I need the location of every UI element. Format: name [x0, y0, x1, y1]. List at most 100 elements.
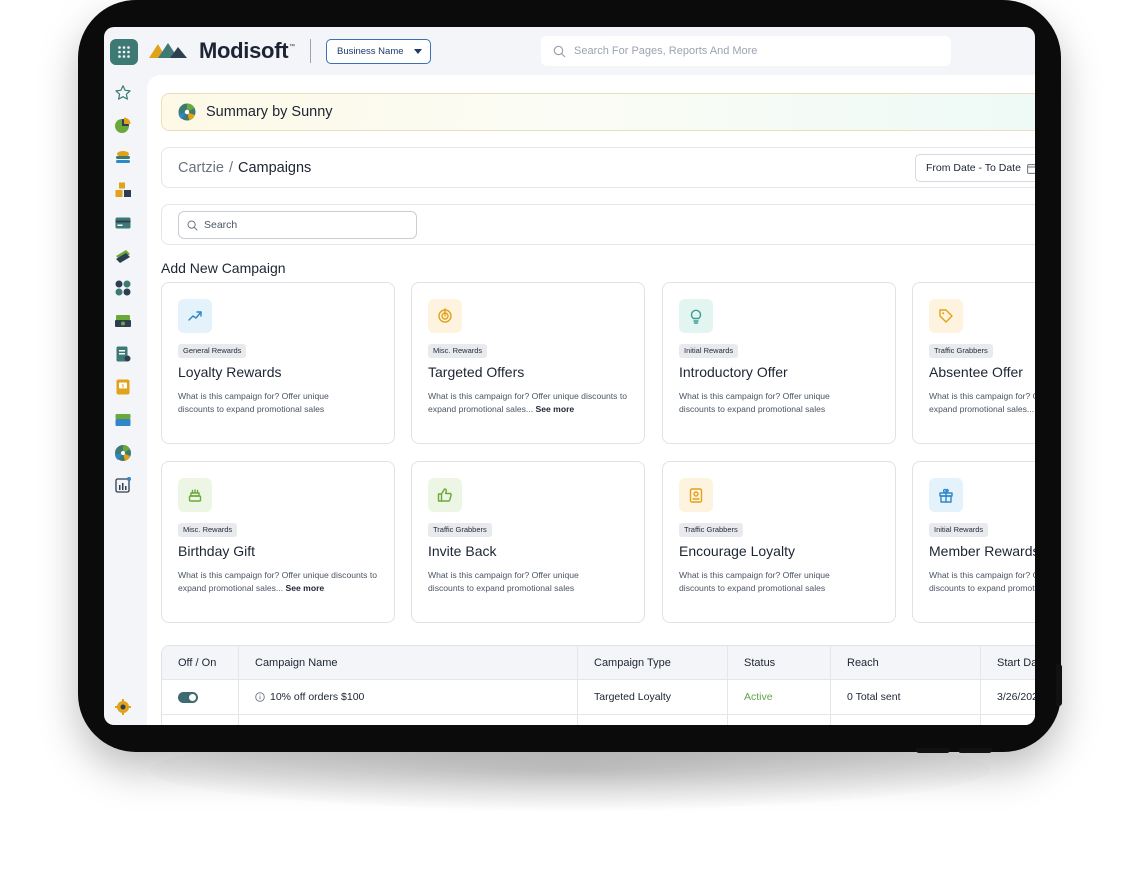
grid-icon [118, 46, 130, 58]
campaign-card-birthday-gift[interactable]: Misc. Rewards Birthday Gift What is this c… [161, 461, 395, 623]
row-campaign-name: 10% off orders $100 [239, 680, 578, 714]
banknote-icon [115, 315, 131, 327]
campaign-card-encourage-loyalty[interactable]: Traffic Grabbers Encourage Loyalty What is… [662, 461, 896, 623]
column-header-start-date[interactable]: Start Date [981, 646, 1035, 679]
date-range-label: From Date - To Date [926, 162, 1021, 174]
card-title: Targeted Offers [428, 364, 525, 380]
wallet-icon [115, 414, 131, 426]
campaign-card-invite-back[interactable]: Traffic Grabbers Invite Back What is this … [411, 461, 645, 623]
column-header-reach[interactable]: Reach [831, 646, 981, 679]
card-description: What is this campaign for? Offer unique … [178, 390, 358, 416]
row-campaign-type [578, 715, 728, 725]
row-start-date [981, 715, 1035, 725]
card-description-text: What is this campaign for? Offer unique … [178, 570, 378, 593]
card-description-text: What is this campaign for? Offer unique … [679, 570, 830, 593]
see-more-link[interactable]: See more [536, 404, 575, 414]
star-icon [115, 85, 131, 100]
date-range-button[interactable]: From Date - To Date [915, 154, 1035, 182]
campaign-card-member-rewards[interactable]: Initial Rewards Member Rewards What is thi… [912, 461, 1035, 623]
sidebar-item-categories[interactable] [114, 279, 132, 297]
card-category-tag: Traffic Grabbers [929, 344, 993, 358]
card-description-text: What is this campaign for? Offer unique … [929, 570, 1035, 593]
apps-grid-button[interactable] [110, 39, 138, 65]
campaign-search-input[interactable]: Search [178, 211, 417, 239]
status-badge: Active [728, 680, 831, 714]
global-search-input[interactable]: Search For Pages, Reports And More [541, 36, 951, 66]
pie-chart-icon [115, 117, 131, 133]
column-header-status[interactable]: Status [728, 646, 831, 679]
see-more-link[interactable]: See more [286, 583, 325, 593]
column-header-off-on: Off / On [162, 646, 239, 679]
card-description: What is this campaign for? Offer unique … [929, 390, 1035, 416]
modisoft-logo-icon [149, 43, 187, 58]
sidebar-item-inventory[interactable] [114, 148, 132, 166]
column-header-campaign-name[interactable]: Campaign Name [239, 646, 578, 679]
sidebar-item-wallet[interactable] [114, 411, 132, 429]
add-new-campaign-heading: Add New Campaign [161, 260, 286, 276]
card-title: Absentee Offer [929, 364, 1023, 380]
summary-by-sunny-banner[interactable]: Summary by Sunny [161, 93, 1035, 131]
summary-label: Summary by Sunny [206, 104, 333, 120]
business-select[interactable]: Business Name [326, 39, 431, 64]
search-icon [553, 45, 566, 57]
sidebar-item-analytics[interactable] [114, 476, 132, 494]
card-description-text: What is this campaign for? Offer unique … [428, 391, 628, 414]
device-side-button [1056, 664, 1062, 706]
card-title: Introductory Offer [679, 364, 788, 380]
document-icon [116, 346, 131, 362]
row-toggle-cell [162, 715, 239, 725]
breadcrumb-parent-link[interactable]: Cartzie [178, 160, 224, 176]
card-description: What is this campaign for? Offer unique … [679, 390, 859, 416]
campaigns-table: Off / On Campaign Name Campaign Type Sta… [161, 645, 1035, 725]
sidebar-item-lottery[interactable]: $ [114, 378, 132, 396]
row-campaign-type: Targeted Loyalty [578, 680, 728, 714]
table-row[interactable] [162, 715, 1035, 725]
stack-icon [116, 151, 130, 163]
row-start-date: 3/26/2024 [997, 691, 1035, 703]
column-header-campaign-type[interactable]: Campaign Type [578, 646, 728, 679]
card-icon [428, 299, 462, 333]
sunny-flower-icon [115, 444, 131, 461]
card-icon [679, 478, 713, 512]
campaign-card-absentee-offer[interactable]: Traffic Grabbers Absentee Offer What is th… [912, 282, 1035, 444]
sidebar-item-payments[interactable] [114, 214, 132, 232]
card-category-tag: Misc. Rewards [428, 344, 488, 358]
money-icon [116, 250, 130, 263]
sidebar-item-cash[interactable] [114, 246, 132, 264]
sunny-flower-icon [178, 103, 196, 121]
card-description: What is this campaign for? Offer unique … [929, 569, 1035, 595]
card-description-text: What is this campaign for? Offer unique … [679, 391, 830, 414]
card-description-text: What is this campaign for? Offer unique … [178, 391, 329, 414]
campaign-name-text: 10% off orders $100 [270, 691, 365, 703]
campaign-toggle-switch[interactable] [178, 691, 198, 703]
card-description: What is this campaign for? Offer unique … [428, 569, 608, 595]
sidebar-item-favorites[interactable] [114, 84, 132, 102]
info-icon[interactable] [255, 692, 265, 702]
card-description-text: What is this campaign for? Offer unique … [929, 391, 1035, 414]
card-category-tag: Initial Rewards [929, 523, 989, 537]
main-content: Summary by Sunny Cartzie / Campaigns Fro… [147, 75, 1035, 725]
campaign-search-placeholder: Search [204, 219, 238, 231]
campaign-card-targeted-offers[interactable]: Misc. Rewards Targeted Offers What is this… [411, 282, 645, 444]
gift-icon [939, 488, 953, 503]
sidebar: $ [104, 27, 144, 725]
campaign-card-introductory-offer[interactable]: Initial Rewards Introductory Offer What is… [662, 282, 896, 444]
card-category-tag: Traffic Grabbers [428, 523, 492, 537]
sidebar-item-invoices[interactable] [114, 345, 132, 363]
app-screen: $ Modisoft ™ Business Name Search For Pa… [104, 27, 1035, 725]
card-icon [679, 299, 713, 333]
boxes-icon [115, 182, 131, 197]
sidebar-item-loyalty[interactable] [114, 444, 132, 462]
sidebar-item-settings[interactable] [114, 698, 132, 716]
card-description: What is this campaign for? Offer unique … [428, 390, 628, 416]
credit-card-icon [115, 217, 131, 229]
card-description: What is this campaign for? Offer unique … [679, 569, 859, 595]
campaign-card-loyalty-rewards[interactable]: General Rewards Loyalty Rewards What is th… [161, 282, 395, 444]
table-row[interactable]: 10% off orders $100 Targeted Loyalty Act… [162, 680, 1035, 715]
sidebar-item-cashbook[interactable] [114, 312, 132, 330]
sidebar-item-products[interactable] [114, 181, 132, 199]
sidebar-item-reports[interactable] [114, 116, 132, 134]
lightbulb-icon [690, 309, 702, 324]
circles-icon [115, 280, 131, 296]
campaign-search-bar: Search [161, 204, 1035, 245]
